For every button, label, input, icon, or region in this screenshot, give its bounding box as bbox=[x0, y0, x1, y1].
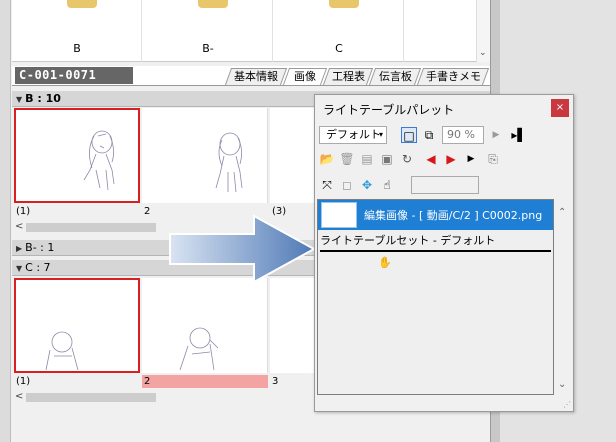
expand-icon[interactable]: ▼ bbox=[16, 95, 22, 104]
folder-label: C bbox=[335, 42, 343, 55]
cut-title: C-001-0071 bbox=[15, 67, 133, 84]
move-left-icon[interactable]: ◀ bbox=[423, 151, 439, 167]
left-edge-strip bbox=[0, 0, 11, 442]
folder-label: B- bbox=[202, 42, 214, 55]
folder-label: B bbox=[73, 42, 81, 55]
move-right-icon[interactable]: ▶ bbox=[443, 151, 459, 167]
resize-grip-icon[interactable]: ⋰ bbox=[563, 400, 571, 409]
grab-cursor-icon: ✋ bbox=[378, 256, 392, 269]
scroll-left-icon[interactable]: < bbox=[15, 221, 23, 232]
dropdown-arrow-icon: ▾ bbox=[378, 130, 383, 139]
list-item-label: 編集画像 - [ 動画/C/2 ] C0002.png bbox=[364, 209, 543, 222]
play-disabled-icon: ▶ bbox=[492, 130, 500, 140]
light-table-palette: ライトテーブルパレット × デフォルト ▾ □ ⧉ 90 % ▶ ▸▌ 📂 🗑 ▤… bbox=[314, 94, 574, 412]
scroll-down-icon[interactable]: ⌄ bbox=[479, 48, 487, 58]
folder-icon bbox=[198, 0, 228, 8]
folder-strip: B B- C bbox=[12, 0, 490, 62]
folder-item[interactable]: B- bbox=[143, 0, 273, 62]
thumbnail-label: (1) bbox=[16, 206, 31, 217]
list-item-selected[interactable]: 編集画像 - [ 動画/C/2 ] C0002.png bbox=[318, 200, 553, 230]
scrollbar-thumb[interactable] bbox=[26, 393, 156, 402]
folder-item[interactable]: C bbox=[274, 0, 404, 62]
tab-schedule[interactable]: 工程表 bbox=[322, 68, 374, 85]
thumbnail-label: (1) bbox=[16, 376, 31, 387]
refresh-icon[interactable]: ↻ bbox=[399, 151, 415, 167]
sketch-image bbox=[215, 132, 243, 193]
opacity-field[interactable]: 90 % bbox=[442, 126, 484, 144]
list-scrollbar[interactable]: ⌃ ⌄ bbox=[555, 199, 571, 395]
thumbnail-c-2[interactable] bbox=[142, 278, 268, 373]
folder-scrollbar[interactable]: ⌄ bbox=[476, 0, 490, 62]
sketch-image bbox=[179, 327, 219, 371]
thumbnail-label: 3 bbox=[272, 376, 279, 387]
play-icon[interactable]: ▶ bbox=[463, 151, 479, 167]
light-table-list: 編集画像 - [ 動画/C/2 ] C0002.png ライトテーブルセット -… bbox=[317, 199, 554, 395]
scroll-down-icon[interactable]: ⌄ bbox=[558, 379, 566, 390]
tab-handwritten-memo[interactable]: 手書きメモ bbox=[416, 68, 490, 85]
sketch-image bbox=[83, 130, 115, 191]
cut-header: C-001-0071 基本情報 画像 工程表 伝言板 手書きメモ bbox=[12, 66, 490, 86]
thumbnail-c-3[interactable] bbox=[270, 278, 316, 373]
delete-all-icon[interactable]: ▤ bbox=[359, 151, 375, 167]
thumbnail-b-2[interactable] bbox=[142, 108, 268, 203]
set-label: ライトテーブルセット - デフォルト bbox=[320, 234, 496, 247]
collapse-icon[interactable]: ▶ bbox=[16, 244, 22, 253]
preset-select[interactable]: デフォルト ▾ bbox=[319, 126, 387, 144]
sketch-image bbox=[45, 331, 79, 371]
folder-item[interactable]: B bbox=[12, 0, 142, 62]
fit-icon[interactable]: ◻ bbox=[339, 177, 355, 193]
image-settings-icon[interactable]: ▣ bbox=[379, 151, 395, 167]
close-button[interactable]: × bbox=[551, 99, 569, 117]
hand-tool-icon[interactable]: ☝ bbox=[379, 177, 395, 193]
transform-value-field[interactable] bbox=[411, 176, 479, 194]
scrollbar-thumb[interactable] bbox=[26, 223, 156, 232]
thumbnail-b-3[interactable] bbox=[270, 108, 316, 203]
trash-icon[interactable]: 🗑 bbox=[339, 151, 355, 167]
folder-icon bbox=[67, 0, 97, 8]
light-table-set[interactable]: ライトテーブルセット - デフォルト bbox=[320, 232, 551, 252]
thumbnail-b-1[interactable] bbox=[14, 108, 140, 203]
transform-icon[interactable]: ⤧ bbox=[319, 177, 335, 193]
folder-icon bbox=[329, 0, 359, 8]
scroll-left-icon[interactable]: < bbox=[15, 391, 23, 402]
palette-title: ライトテーブルパレット bbox=[323, 103, 455, 117]
tab-basic-info[interactable]: 基本情報 bbox=[224, 68, 288, 85]
tab-image[interactable]: 画像 bbox=[282, 68, 328, 85]
scroll-up-icon[interactable]: ⌃ bbox=[558, 207, 566, 218]
thumbnail-c-1[interactable] bbox=[14, 278, 140, 373]
slider-panel-icon[interactable]: ▸▌ bbox=[511, 127, 527, 143]
arrow-annotation bbox=[169, 214, 316, 284]
expand-icon[interactable]: ▼ bbox=[16, 264, 22, 273]
grid-move-icon[interactable]: ✥ bbox=[359, 177, 375, 193]
tab-message-board[interactable]: 伝言板 bbox=[368, 68, 422, 85]
thumbnail-label-current: 2 bbox=[142, 375, 268, 388]
open-folder-icon[interactable]: 📂 bbox=[319, 151, 335, 167]
list-thumbnail bbox=[321, 202, 357, 228]
paste-icon[interactable]: ⎘ bbox=[485, 151, 501, 167]
new-page-icon[interactable]: □ bbox=[401, 127, 417, 143]
copy-pages-icon[interactable]: ⧉ bbox=[421, 127, 437, 143]
